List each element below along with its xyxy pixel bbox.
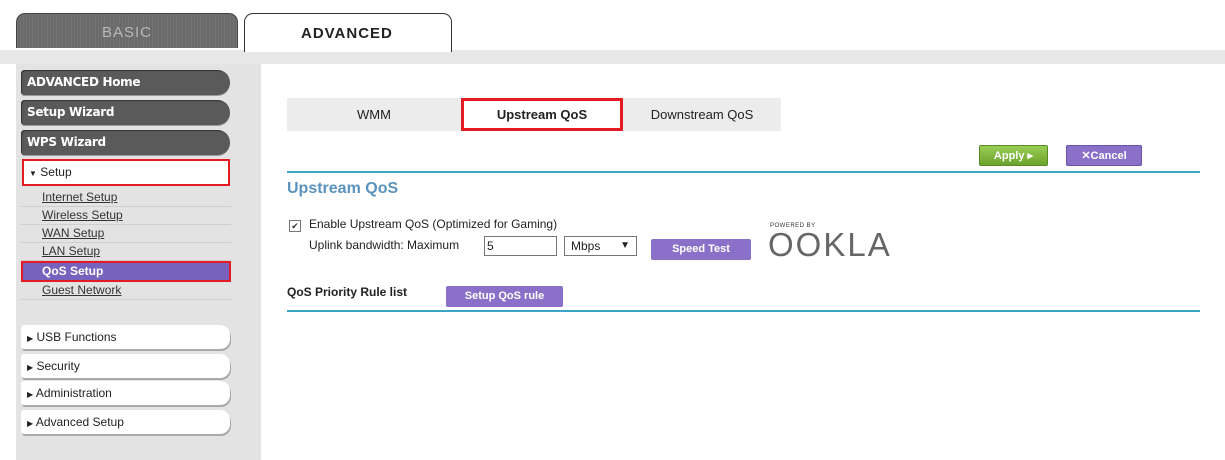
sidebar-item-internet-setup[interactable]: Internet Setup <box>21 189 231 207</box>
sidebar-section-setup[interactable]: ▼ Setup <box>22 159 230 186</box>
tab-advanced[interactable]: ADVANCED <box>244 13 452 52</box>
dropdown-arrow-icon: ▼ <box>620 240 630 251</box>
sidebar-item-label: Advanced Setup <box>35 415 124 429</box>
bandwidth-unit-value: Mbps <box>571 239 601 253</box>
enable-upstream-qos-checkbox[interactable]: ✔ <box>289 220 301 232</box>
triangle-right-icon: ▶ <box>27 363 34 372</box>
sidebar-item-administration[interactable]: ▶ Administration <box>21 381 230 405</box>
sidebar-item-usb-functions[interactable]: ▶ USB Functions <box>21 325 230 349</box>
sidebar-item-label: USB Functions <box>36 330 117 344</box>
qos-priority-rule-list-label: QoS Priority Rule list <box>287 285 408 299</box>
sidebar-item-wireless-setup[interactable]: Wireless Setup <box>21 207 231 225</box>
ookla-logo: OOKLA <box>768 226 892 263</box>
uplink-bandwidth-input[interactable]: 5 <box>484 236 557 256</box>
triangle-right-icon: ▶ <box>27 334 34 343</box>
triangle-down-icon: ▼ <box>29 169 37 178</box>
sidebar-item-advanced-setup[interactable]: ▶ Advanced Setup <box>21 410 230 434</box>
apply-button[interactable]: Apply ▸ <box>979 145 1048 166</box>
sidebar-item-setup-wizard[interactable]: Setup Wizard <box>21 100 230 125</box>
tab-downstream-qos[interactable]: Downstream QoS <box>623 98 781 131</box>
uplink-bandwidth-label: Uplink bandwidth: Maximum <box>309 238 460 252</box>
page-title: Upstream QoS <box>287 180 399 197</box>
setup-submenu: Internet Setup Wireless Setup WAN Setup … <box>21 189 231 300</box>
tab-wmm[interactable]: WMM <box>287 98 461 131</box>
sidebar-item-advanced-home[interactable]: ADVANCED Home <box>21 70 230 95</box>
sidebar-item-label: Administration <box>35 386 112 400</box>
sidebar-item-lan-setup[interactable]: LAN Setup <box>21 243 231 261</box>
setup-qos-rule-button[interactable]: Setup QoS rule <box>446 286 563 307</box>
bandwidth-unit-select[interactable]: Mbps ▼ <box>564 236 637 256</box>
sidebar-section-label: Setup <box>40 165 72 179</box>
sidebar-item-guest-network[interactable]: Guest Network <box>21 282 231 300</box>
tab-upstream-qos[interactable]: Upstream QoS <box>461 98 623 131</box>
cancel-button[interactable]: ✕Cancel <box>1066 145 1142 166</box>
sidebar-item-wps-wizard[interactable]: WPS Wizard <box>21 130 230 155</box>
sidebar-item-label: Security <box>36 359 80 373</box>
speed-test-button[interactable]: Speed Test <box>651 239 751 260</box>
sidebar-item-qos-setup[interactable]: QoS Setup <box>21 261 231 282</box>
sidebar-item-security[interactable]: ▶ Security <box>21 354 230 378</box>
tab-basic[interactable]: BASIC <box>16 13 238 48</box>
enable-upstream-qos-label: Enable Upstream QoS (Optimized for Gamin… <box>309 217 558 231</box>
top-bar <box>0 50 1225 64</box>
triangle-right-icon: ▶ <box>27 419 34 428</box>
divider <box>287 171 1200 173</box>
divider <box>287 310 1200 312</box>
triangle-right-icon: ▶ <box>27 390 34 399</box>
sidebar-item-wan-setup[interactable]: WAN Setup <box>21 225 231 243</box>
